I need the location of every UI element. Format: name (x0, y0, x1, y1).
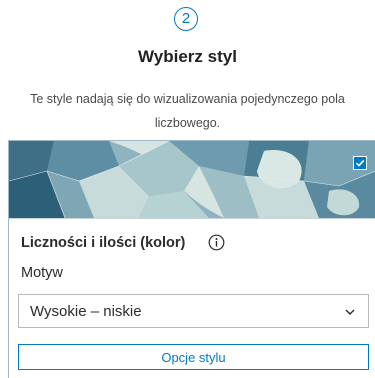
theme-label: Motyw (21, 265, 63, 281)
description-line-2: liczbowego. (154, 116, 221, 130)
style-card-counts-amounts-color[interactable]: Liczności i ilości (kolor) Motyw Wysokie… (8, 140, 375, 378)
check-icon (355, 159, 365, 167)
step-number-badge: 2 (174, 7, 198, 31)
theme-select[interactable]: Wysokie – niskie (18, 294, 369, 328)
description-line-1: Te style nadają się do wizualizowania po… (30, 92, 345, 106)
selected-checkbox[interactable] (353, 156, 367, 170)
step-number: 2 (181, 10, 191, 27)
style-preview-map[interactable] (9, 141, 375, 219)
page-description: Te style nadają się do wizualizowania po… (0, 87, 375, 135)
theme-select-value: Wysokie – niskie (30, 303, 142, 320)
info-icon[interactable] (208, 234, 225, 251)
style-options-button[interactable]: Opcje stylu (18, 344, 369, 370)
choropleth-map-image (9, 141, 375, 218)
style-card-title: Liczności i ilości (kolor) (21, 235, 186, 251)
page-title: Wybierz styl (138, 47, 237, 66)
chevron-down-icon (345, 309, 355, 315)
